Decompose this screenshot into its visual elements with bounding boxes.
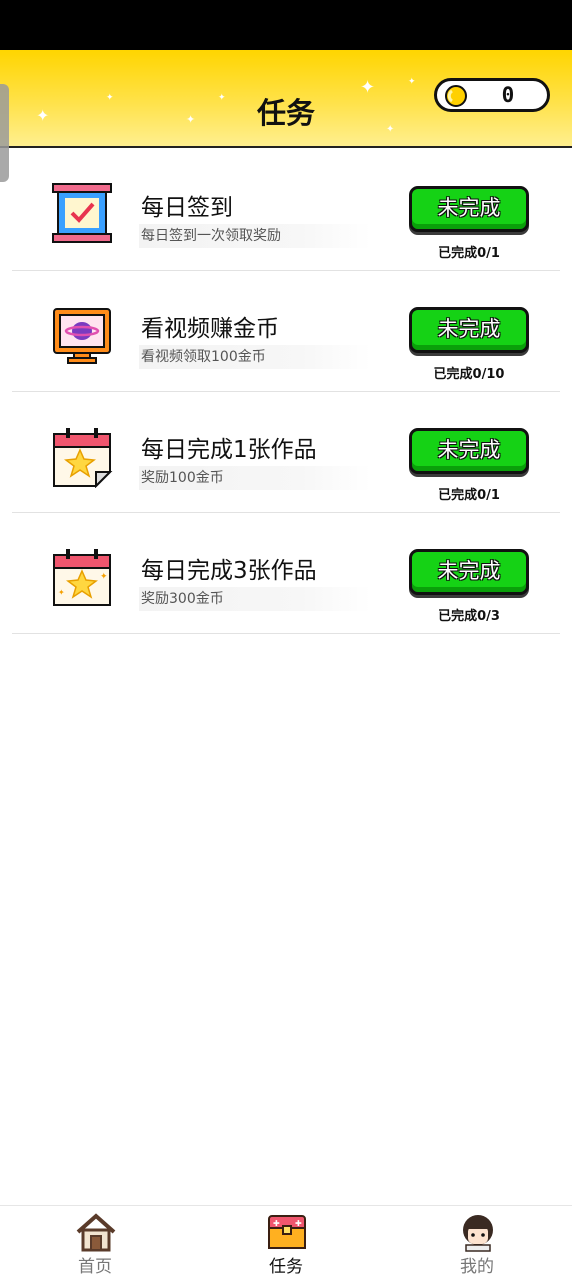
avatar-girl-icon <box>463 1215 493 1252</box>
calendar-star-icon <box>53 428 113 488</box>
nav-item-home[interactable]: 首页 <box>0 1206 190 1281</box>
coin-count: 0 <box>501 83 515 107</box>
bottom-nav: 首页 ✚ ✚ 任务 我的 <box>0 1205 572 1281</box>
svg-text:✚: ✚ <box>273 1219 280 1228</box>
svg-text:✦: ✦ <box>58 588 65 597</box>
divider <box>12 633 560 634</box>
calendar-sparkle-star-icon: ✦ ✦ <box>53 549 111 606</box>
task-description: 奖励300金币 <box>139 587 371 611</box>
task-description: 每日签到一次领取奖励 <box>139 224 371 248</box>
nav-label: 任务 <box>269 1257 303 1277</box>
task-title: 每日签到 <box>141 195 233 221</box>
task-progress: 已完成0/1 <box>438 246 500 261</box>
task-title: 每日完成3张作品 <box>141 558 317 584</box>
task-progress: 已完成0/10 <box>433 367 505 382</box>
check-sign-in-icon <box>52 183 112 243</box>
status-bar <box>0 0 572 50</box>
task-item: ✦ ✦ 每日完成3张作品 奖励300金币 未完成 已完成0/3 <box>0 513 572 634</box>
svg-text:✚: ✚ <box>295 1219 302 1228</box>
treasure-chest-icon: ✚ ✚ <box>268 1215 306 1249</box>
nav-label: 首页 <box>78 1257 112 1277</box>
svg-text:✦: ✦ <box>100 572 108 582</box>
coin-icon <box>445 85 467 107</box>
task-status-button[interactable]: 未完成 <box>409 186 529 232</box>
task-description: 奖励100金币 <box>139 466 371 490</box>
task-title: 看视频赚金币 <box>141 316 279 342</box>
task-description: 看视频领取100金币 <box>139 345 371 369</box>
task-status-button[interactable]: 未完成 <box>409 428 529 474</box>
sparkle-icon: ✦ <box>408 77 416 87</box>
home-icon <box>76 1213 116 1252</box>
task-item: 看视频赚金币 看视频领取100金币 未完成 已完成0/10 <box>0 271 572 392</box>
task-progress: 已完成0/3 <box>438 609 500 624</box>
nav-item-tasks[interactable]: ✚ ✚ 任务 <box>191 1206 381 1281</box>
task-item: 每日完成1张作品 奖励100金币 未完成 已完成0/1 <box>0 392 572 513</box>
task-progress: 已完成0/1 <box>438 488 500 503</box>
nav-item-profile[interactable]: 我的 <box>382 1206 572 1281</box>
coin-balance[interactable]: 0 <box>434 78 550 112</box>
task-item: 每日签到 每日签到一次领取奖励 未完成 已完成0/1 <box>0 150 572 271</box>
task-title: 每日完成1张作品 <box>141 437 317 463</box>
tv-planet-icon <box>53 308 111 364</box>
nav-label: 我的 <box>460 1257 494 1277</box>
task-status-button[interactable]: 未完成 <box>409 549 529 595</box>
task-list: 每日签到 每日签到一次领取奖励 未完成 已完成0/1 看视频赚金币 看视频领取1… <box>0 150 572 634</box>
task-status-button[interactable]: 未完成 <box>409 307 529 353</box>
